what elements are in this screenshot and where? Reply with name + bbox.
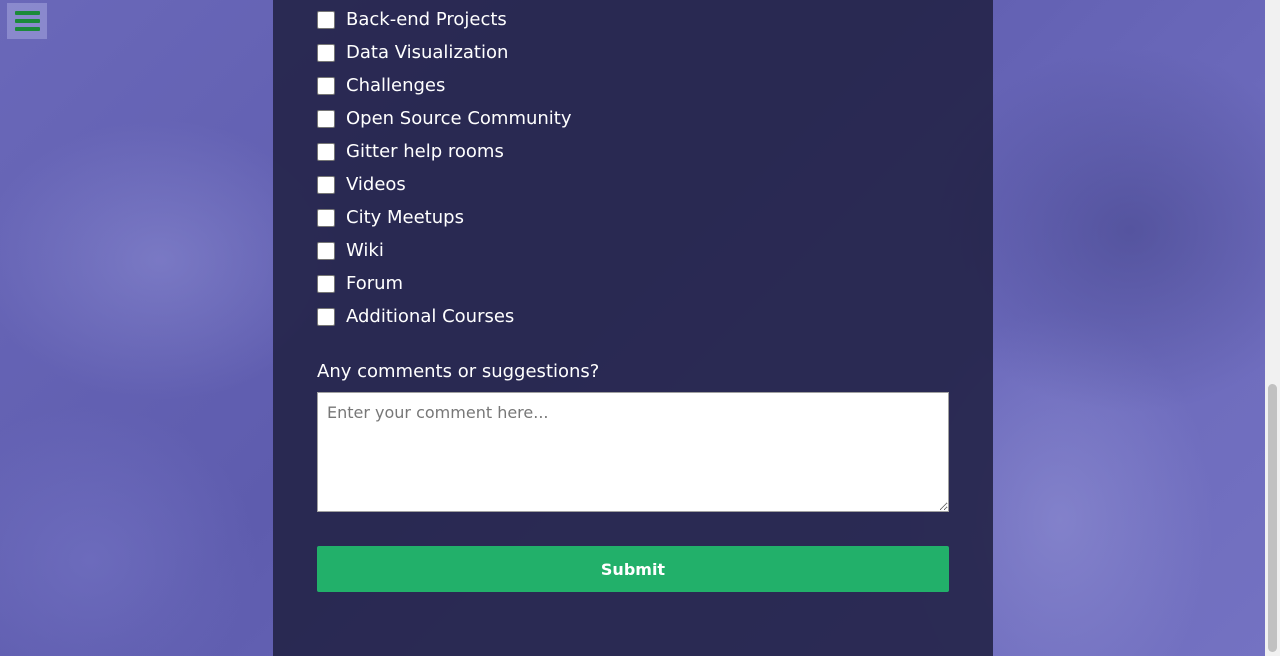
checkbox-label: Data Visualization: [346, 41, 509, 63]
checkbox-label: Gitter help rooms: [346, 140, 504, 162]
checkbox-label: Challenges: [346, 74, 446, 96]
hamburger-menu-icon: [15, 11, 40, 15]
submit-button[interactable]: Submit: [317, 546, 949, 592]
checkbox-option[interactable]: Gitter help rooms: [317, 135, 572, 168]
checkbox[interactable]: [317, 43, 335, 62]
checkbox-label: Additional Courses: [346, 305, 515, 327]
checkbox-option[interactable]: Data Visualization: [317, 36, 572, 69]
checkbox[interactable]: [317, 274, 335, 293]
checkbox-option[interactable]: Wiki: [317, 234, 572, 267]
checkbox-option[interactable]: Back-end Projects: [317, 3, 572, 36]
checkbox-option[interactable]: Open Source Community: [317, 102, 572, 135]
checkbox[interactable]: [317, 76, 335, 95]
hamburger-menu-icon-bar: [15, 19, 40, 23]
checkbox[interactable]: [317, 241, 335, 260]
improvement-options-list: Back-end Projects Data Visualization Chall…: [317, 3, 572, 333]
checkbox-option[interactable]: Videos: [317, 168, 572, 201]
checkbox-label: Open Source Community: [346, 107, 572, 129]
checkbox-label: Forum: [346, 272, 404, 294]
checkbox[interactable]: [317, 307, 335, 326]
comments-label: Any comments or suggestions?: [317, 361, 600, 382]
checkbox-option[interactable]: Forum: [317, 267, 572, 300]
checkbox[interactable]: [317, 142, 335, 161]
checkbox[interactable]: [317, 175, 335, 194]
checkbox-label: Back-end Projects: [346, 8, 507, 30]
checkbox-label: Wiki: [346, 239, 384, 261]
checkbox-option[interactable]: City Meetups: [317, 201, 572, 234]
checkbox-label: City Meetups: [346, 206, 464, 228]
survey-form-panel: Back-end Projects Data Visualization Chall…: [273, 0, 993, 656]
checkbox[interactable]: [317, 208, 335, 227]
checkbox-option[interactable]: Challenges: [317, 69, 572, 102]
page-scrollbar[interactable]: [1265, 0, 1280, 656]
scrollbar-thumb[interactable]: [1268, 384, 1277, 652]
hamburger-menu-icon-bar: [15, 27, 40, 31]
checkbox-option[interactable]: Additional Courses: [317, 300, 572, 333]
hamburger-menu-button[interactable]: [7, 3, 47, 39]
checkbox-label: Videos: [346, 173, 406, 195]
checkbox[interactable]: [317, 10, 335, 29]
comments-textarea[interactable]: [317, 392, 949, 512]
checkbox[interactable]: [317, 109, 335, 128]
